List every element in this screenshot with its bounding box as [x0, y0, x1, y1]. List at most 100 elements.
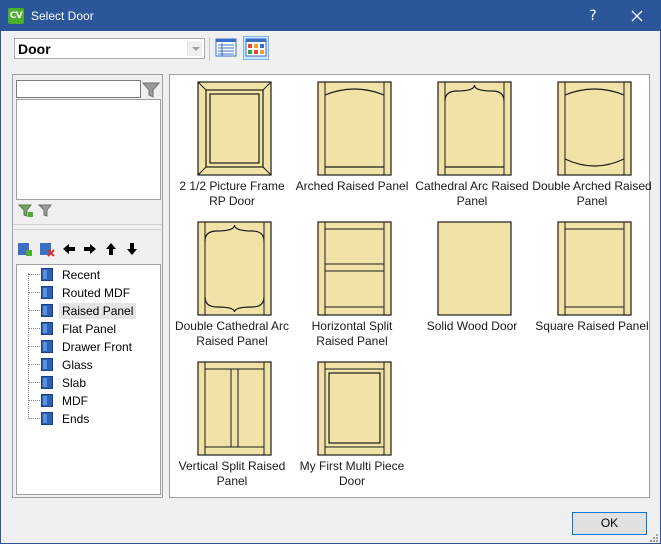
tree-item-drawer-front[interactable]: Drawer Front: [17, 338, 160, 356]
tree-item-label: Slab: [62, 376, 87, 390]
tree-item-recent[interactable]: Recent: [17, 266, 160, 284]
door-thumbnail: [557, 81, 632, 176]
category-tree: Recent Routed MDF Raised Panel Flat Panel Dr…: [16, 264, 161, 495]
tree-item-label: Ends: [62, 412, 90, 426]
category-folder-icon: [41, 394, 53, 407]
door-tile-picture-frame[interactable]: 2 1/2 Picture Frame RP Door: [172, 76, 292, 216]
tree-connector: [28, 382, 40, 383]
door-label: 2 1/2 Picture Frame RP Door: [179, 179, 285, 208]
close-button[interactable]: [614, 1, 660, 31]
tree-item-glass[interactable]: Glass: [17, 356, 160, 374]
door-label: Square Raised Panel: [535, 319, 649, 333]
door-tile-square[interactable]: Square Raised Panel: [532, 216, 652, 356]
door-thumbnail: [437, 221, 512, 316]
tree-item-label: Flat Panel: [62, 322, 117, 336]
ok-button[interactable]: OK: [572, 512, 647, 535]
category-folder-icon: [41, 340, 53, 353]
category-panel: Recent Routed MDF Raised Panel Flat Panel Dr…: [12, 74, 163, 498]
tree-item-flat-panel[interactable]: Flat Panel: [17, 320, 160, 338]
door-type-dropdown[interactable]: Door: [14, 38, 205, 59]
door-tile-double-arched[interactable]: Double Arched Raised Panel: [532, 76, 652, 216]
door-tile-horizontal-split[interactable]: Horizontal Split Raised Panel: [292, 216, 412, 356]
door-tile-double-cathedral[interactable]: Double Cathedral Arc Raised Panel: [172, 216, 292, 356]
details-view-icon: [215, 38, 237, 57]
door-gallery: 2 1/2 Picture Frame RP Door Arched Raised…: [169, 74, 652, 498]
thumbnail-grid-icon: [245, 38, 267, 57]
arrow-down-icon: [127, 243, 137, 255]
door-tile-solid[interactable]: Solid Wood Door: [412, 216, 532, 356]
tree-item-raised-panel[interactable]: Raised Panel: [17, 302, 160, 320]
door-label: Horizontal Split Raised Panel: [311, 319, 393, 348]
move-down-button[interactable]: [124, 241, 140, 257]
category-folder-icon: [41, 322, 53, 335]
door-tile-arched[interactable]: Arched Raised Panel: [292, 76, 412, 216]
move-left-button[interactable]: [61, 241, 77, 257]
filter-add-icon: [17, 204, 33, 217]
tree-connector: [28, 328, 40, 329]
door-tile-cathedral[interactable]: Cathedral Arc Raised Panel: [412, 76, 532, 216]
arrow-right-icon: [84, 244, 96, 254]
tree-connector: [28, 364, 40, 365]
panel-splitter[interactable]: [13, 224, 162, 230]
door-thumbnail: [557, 221, 632, 316]
filter-icon[interactable]: [141, 81, 161, 99]
tree-item-mdf[interactable]: MDF: [17, 392, 160, 410]
filter-input[interactable]: [16, 80, 141, 98]
door-thumbnail: [437, 81, 512, 176]
category-folder-icon: [41, 304, 53, 317]
tree-item-ends[interactable]: Ends: [17, 410, 160, 428]
door-tile-vertical-split[interactable]: Vertical Split Raised Panel: [172, 356, 292, 496]
category-folder-icon: [41, 412, 53, 425]
add-category-button[interactable]: [17, 241, 33, 257]
door-thumbnail: [197, 81, 272, 176]
help-button[interactable]: ?: [570, 1, 616, 31]
add-folder-icon: [18, 243, 32, 256]
filter-remove-icon: [37, 204, 53, 217]
door-label: Cathedral Arc Raised Panel: [415, 179, 529, 208]
apply-filter-button[interactable]: [17, 204, 34, 218]
thumbnail-view-button[interactable]: [243, 36, 269, 60]
tree-item-label: Recent: [62, 268, 101, 282]
door-label: Double Cathedral Arc Raised Panel: [174, 319, 290, 348]
door-label: Arched Raised Panel: [295, 179, 409, 193]
tree-item-slab[interactable]: Slab: [17, 374, 160, 392]
window-title: Select Door: [31, 9, 94, 23]
tree-item-label: Glass: [62, 358, 93, 372]
door-label: Double Arched Raised Panel: [532, 179, 652, 208]
tree-item-label: Drawer Front: [62, 340, 133, 354]
delete-category-button[interactable]: [39, 241, 55, 257]
category-folder-icon: [41, 268, 53, 281]
move-right-button[interactable]: [82, 241, 98, 257]
door-thumbnail: [317, 81, 392, 176]
category-folder-icon: [41, 358, 53, 371]
chevron-down-icon[interactable]: [187, 41, 202, 56]
move-up-button[interactable]: [103, 241, 119, 257]
list-view-button[interactable]: [213, 36, 239, 60]
arrow-up-icon: [106, 243, 116, 255]
door-thumbnail: [197, 221, 272, 316]
app-logo-icon: CV: [8, 8, 24, 24]
tree-connector: [28, 274, 40, 275]
close-icon: [631, 10, 643, 22]
door-tile-multi-piece[interactable]: My First Multi Piece Door: [292, 356, 412, 496]
clear-filter-button[interactable]: [37, 204, 54, 218]
tree-connector: [28, 310, 40, 311]
category-folder-icon: [41, 286, 53, 299]
tree-item-label: Raised Panel: [59, 303, 137, 319]
filter-list[interactable]: [16, 99, 161, 200]
door-label: Vertical Split Raised Panel: [178, 459, 286, 488]
title-bar[interactable]: CV Select Door ?: [1, 1, 660, 31]
tree-item-label: Routed MDF: [62, 286, 131, 300]
tree-item-label: MDF: [62, 394, 88, 408]
door-label: My First Multi Piece Door: [299, 459, 405, 488]
door-label: Solid Wood Door: [426, 319, 518, 333]
door-thumbnail: [317, 361, 392, 456]
door-type-value: Door: [18, 41, 51, 57]
tree-connector: [28, 418, 40, 419]
resize-grip-icon[interactable]: [649, 533, 659, 543]
select-door-dialog: CV Select Door ? Door Recent Routed MDF …: [0, 0, 661, 544]
delete-folder-icon: [40, 243, 55, 257]
tree-item-routed-mdf[interactable]: Routed MDF: [17, 284, 160, 302]
door-thumbnail: [317, 221, 392, 316]
tree-connector: [28, 292, 40, 293]
